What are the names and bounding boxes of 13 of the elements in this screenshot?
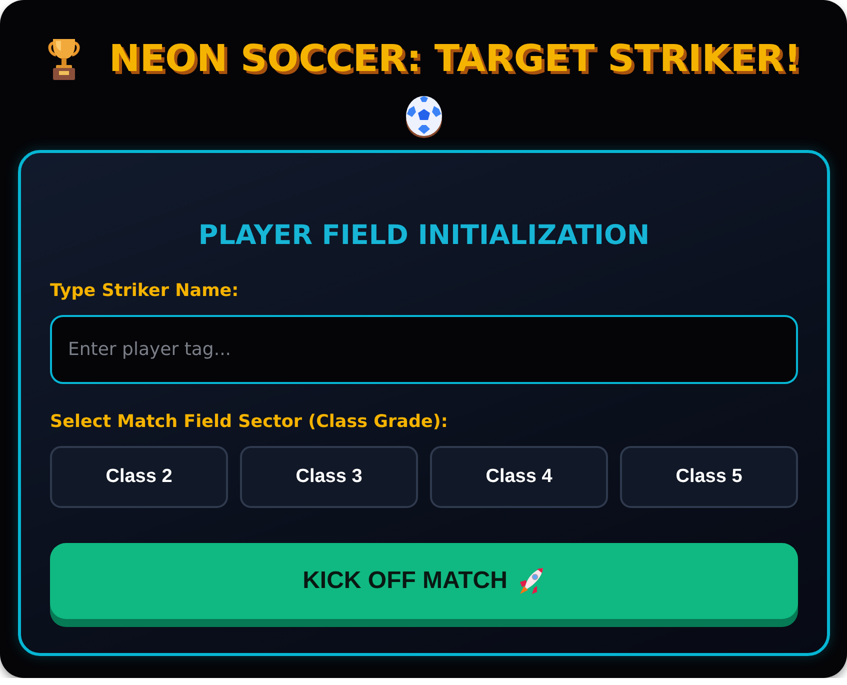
sector-label: Select Match Field Sector (Class Grade): [50,412,448,433]
kick-off-button[interactable]: KICK OFF MATCH [50,543,798,619]
class-option-button[interactable]: Class 5 [620,446,798,508]
rocket-icon [517,566,546,596]
class-option-button[interactable]: Class 4 [430,446,608,508]
page-title: NEON SOCCER: TARGET STRIKER! [108,37,802,81]
class-option-button[interactable]: Class 2 [50,446,228,508]
trophy-icon [46,36,81,82]
soccer-ball-icon [405,95,443,139]
name-label: Type Striker Name: [50,281,239,302]
class-option-button[interactable]: Class 3 [240,446,418,508]
name-input-field[interactable]: Enter player tag... [50,315,798,384]
panel-heading: PLAYER FIELD INITIALIZATION [198,220,650,252]
